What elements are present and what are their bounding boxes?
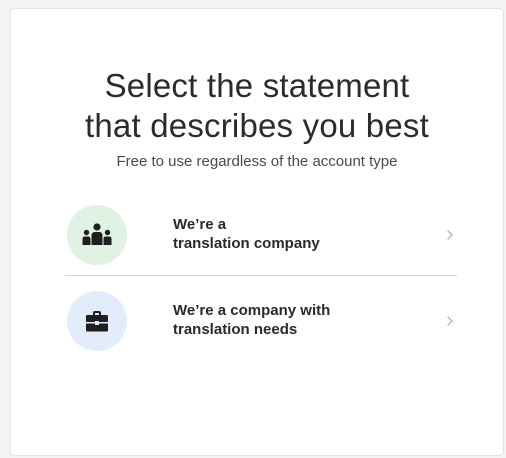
briefcase-icon-circle — [67, 291, 127, 351]
subtitle: Free to use regardless of the account ty… — [116, 153, 398, 170]
option-label: We’re a company with translation needs — [173, 301, 403, 339]
briefcase-icon — [86, 311, 108, 332]
option-label: We’re a translation company — [173, 215, 403, 253]
divider — [65, 275, 457, 276]
option-label-line-1: We’re a company with — [173, 302, 331, 319]
option-translation-company[interactable]: We’re a translation company — [65, 199, 457, 275]
option-label-line-2: translation needs — [173, 321, 298, 338]
option-label-line-2: translation company — [173, 235, 320, 252]
option-label-line-1: We’re a — [173, 216, 227, 233]
title-line-1: Select the statement — [104, 67, 410, 104]
page-title: Select the statement that describes you … — [11, 66, 503, 146]
option-company-with-needs[interactable]: We’re a company with translation needs — [65, 285, 457, 361]
selection-card: Select the statement that describes you … — [10, 8, 504, 456]
team-icon — [82, 223, 112, 245]
chevron-right-icon — [447, 316, 453, 326]
chevron-right-icon — [447, 230, 453, 240]
team-icon-circle — [67, 205, 127, 265]
title-line-2: that describes you best — [85, 107, 429, 144]
